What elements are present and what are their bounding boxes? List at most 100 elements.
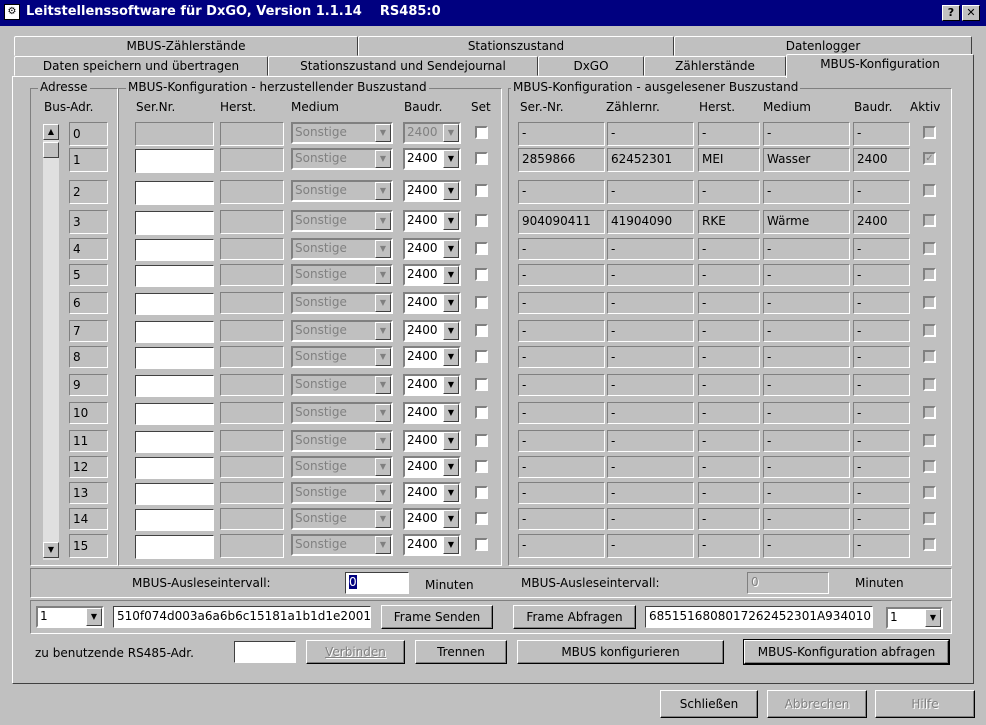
config-serial-input[interactable] xyxy=(135,509,214,531)
chevron-down-icon[interactable]: ▼ xyxy=(443,348,459,366)
tab-daten-speichern[interactable]: Daten speichern und übertragen xyxy=(14,56,268,76)
config-medium-select[interactable]: Sonstige ▼ xyxy=(291,180,393,202)
frame-select-right[interactable]: 1 ▼ xyxy=(886,607,943,629)
chevron-down-icon[interactable]: ▼ xyxy=(443,150,459,168)
chevron-down-icon[interactable]: ▼ xyxy=(443,240,459,258)
chevron-down-icon[interactable]: ▼ xyxy=(443,266,459,284)
chevron-down-icon[interactable]: ▼ xyxy=(443,458,459,476)
chevron-down-icon[interactable]: ▼ xyxy=(375,294,391,312)
tab-mbus-konfiguration[interactable]: MBUS-Konfiguration xyxy=(786,54,974,78)
config-set-checkbox[interactable] xyxy=(475,378,488,391)
config-set-checkbox[interactable] xyxy=(475,126,488,139)
config-set-checkbox[interactable] xyxy=(475,538,488,551)
frame-senden-button[interactable]: Frame Senden xyxy=(381,605,493,629)
chevron-down-icon[interactable]: ▼ xyxy=(375,266,391,284)
config-serial-input[interactable] xyxy=(135,431,214,453)
config-baud-select[interactable]: 2400 ▼ xyxy=(403,148,461,170)
chevron-down-icon[interactable]: ▼ xyxy=(443,510,459,528)
tab-dxgo[interactable]: DxGO xyxy=(538,56,644,76)
config-baud-select[interactable]: 2400 ▼ xyxy=(403,374,461,396)
config-set-checkbox[interactable] xyxy=(475,460,488,473)
tab-zaehlerstaende[interactable]: Zählerstände xyxy=(644,56,786,76)
tab-datenlogger[interactable]: Datenlogger xyxy=(674,36,972,56)
rs485-input[interactable] xyxy=(234,641,296,663)
config-medium-select[interactable]: Sonstige ▼ xyxy=(291,482,393,504)
config-baud-select[interactable]: 2400 ▼ xyxy=(403,402,461,424)
config-medium-select[interactable]: Sonstige ▼ xyxy=(291,264,393,286)
config-medium-select[interactable]: Sonstige ▼ xyxy=(291,430,393,452)
config-set-checkbox[interactable] xyxy=(475,486,488,499)
scroll-down-button[interactable]: ▼ xyxy=(43,542,59,558)
schliessen-button[interactable]: Schließen xyxy=(660,690,758,718)
config-set-checkbox[interactable] xyxy=(475,184,488,197)
chevron-down-icon[interactable]: ▼ xyxy=(443,536,459,554)
chevron-down-icon[interactable]: ▼ xyxy=(443,484,459,502)
config-baud-select[interactable]: 2400 ▼ xyxy=(403,122,461,144)
config-medium-select[interactable]: Sonstige ▼ xyxy=(291,508,393,530)
config-medium-select[interactable]: Sonstige ▼ xyxy=(291,374,393,396)
config-baud-select[interactable]: 2400 ▼ xyxy=(403,456,461,478)
config-medium-select[interactable]: Sonstige ▼ xyxy=(291,402,393,424)
config-baud-select[interactable]: 2400 ▼ xyxy=(403,346,461,368)
config-baud-select[interactable]: 2400 ▼ xyxy=(403,264,461,286)
chevron-down-icon[interactable]: ▼ xyxy=(375,240,391,258)
config-set-checkbox[interactable] xyxy=(475,242,488,255)
config-set-checkbox[interactable] xyxy=(475,434,488,447)
chevron-down-icon[interactable]: ▼ xyxy=(375,376,391,394)
config-serial-input[interactable] xyxy=(135,293,214,315)
config-medium-select[interactable]: Sonstige ▼ xyxy=(291,320,393,342)
chevron-down-icon[interactable]: ▼ xyxy=(86,608,102,626)
config-serial-input[interactable] xyxy=(135,239,214,261)
config-medium-select[interactable]: Sonstige ▼ xyxy=(291,238,393,260)
chevron-down-icon[interactable]: ▼ xyxy=(375,484,391,502)
chevron-down-icon[interactable]: ▼ xyxy=(443,376,459,394)
config-baud-select[interactable]: 2400 ▼ xyxy=(403,292,461,314)
chevron-down-icon[interactable]: ▼ xyxy=(375,124,391,142)
config-serial-input[interactable] xyxy=(135,457,214,479)
trennen-button[interactable]: Trennen xyxy=(415,640,507,664)
chevron-down-icon[interactable]: ▼ xyxy=(375,150,391,168)
config-set-checkbox[interactable] xyxy=(475,512,488,525)
abbrechen-button[interactable]: Abbrechen xyxy=(767,690,867,718)
config-serial-input[interactable] xyxy=(135,321,214,343)
chevron-down-icon[interactable]: ▼ xyxy=(375,212,391,230)
mbus-konfigurieren-button[interactable]: MBUS konfigurieren xyxy=(517,640,724,664)
chevron-down-icon[interactable]: ▼ xyxy=(375,510,391,528)
chevron-down-icon[interactable]: ▼ xyxy=(375,432,391,450)
config-serial-input[interactable] xyxy=(135,149,214,173)
config-set-checkbox[interactable] xyxy=(475,350,488,363)
config-serial-input[interactable] xyxy=(135,375,214,397)
config-set-checkbox[interactable] xyxy=(475,406,488,419)
frame-abfragen-button[interactable]: Frame Abfragen xyxy=(513,605,636,629)
scroll-up-button[interactable]: ▲ xyxy=(43,124,59,140)
config-set-checkbox[interactable] xyxy=(475,324,488,337)
config-medium-select[interactable]: Sonstige ▼ xyxy=(291,346,393,368)
chevron-down-icon[interactable]: ▼ xyxy=(443,124,459,142)
interval-left-input[interactable]: 0 xyxy=(345,572,409,594)
send-frame-input[interactable]: 510f074d003a6a6b6c15181a1b1d1e20010 xyxy=(113,606,371,628)
verbinden-button[interactable]: Verbinden xyxy=(306,640,405,664)
config-baud-select[interactable]: 2400 ▼ xyxy=(403,180,461,202)
query-frame-input[interactable]: 685151680801726245230​1A9340107B xyxy=(645,606,873,628)
config-set-checkbox[interactable] xyxy=(475,268,488,281)
config-set-checkbox[interactable] xyxy=(475,214,488,227)
config-serial-input[interactable] xyxy=(135,265,214,287)
chevron-down-icon[interactable]: ▼ xyxy=(375,348,391,366)
config-serial-input[interactable] xyxy=(135,211,214,235)
config-baud-select[interactable]: 2400 ▼ xyxy=(403,482,461,504)
config-set-checkbox[interactable] xyxy=(475,152,488,165)
config-serial-input[interactable] xyxy=(135,347,214,369)
tab-stationszustand[interactable]: Stationszustand xyxy=(358,36,674,56)
chevron-down-icon[interactable]: ▼ xyxy=(443,432,459,450)
config-medium-select[interactable]: Sonstige ▼ xyxy=(291,292,393,314)
chevron-down-icon[interactable]: ▼ xyxy=(375,404,391,422)
config-medium-select[interactable]: Sonstige ▼ xyxy=(291,534,393,556)
chevron-down-icon[interactable]: ▼ xyxy=(443,404,459,422)
chevron-down-icon[interactable]: ▼ xyxy=(443,322,459,340)
scroll-thumb[interactable] xyxy=(43,142,59,158)
config-serial-input[interactable] xyxy=(135,403,214,425)
config-serial-input[interactable] xyxy=(135,181,214,205)
tab-mbus-zaehlerstaende[interactable]: MBUS-Zählerstände xyxy=(14,36,358,56)
close-title-button[interactable]: ✕ xyxy=(962,5,980,21)
chevron-down-icon[interactable]: ▼ xyxy=(375,322,391,340)
